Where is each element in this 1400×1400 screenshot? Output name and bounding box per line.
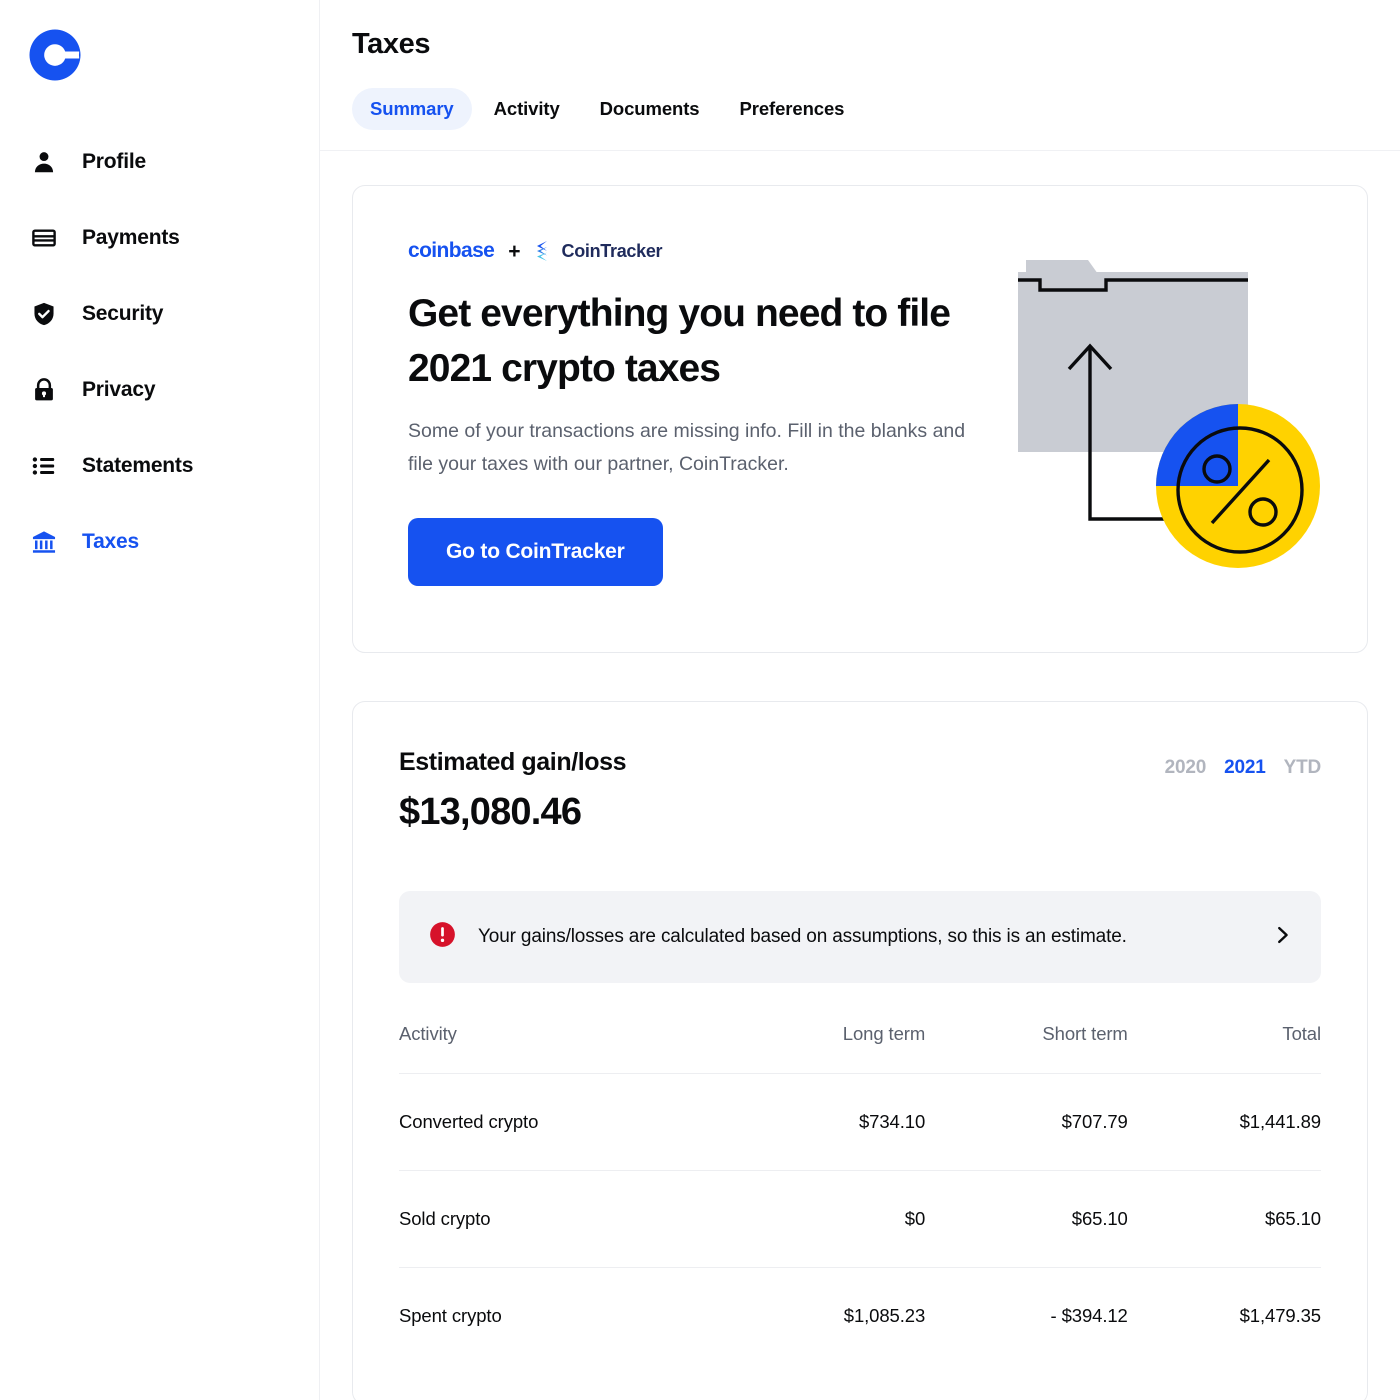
bank-icon xyxy=(30,528,58,556)
cell-short-term: - $394.12 xyxy=(925,1268,1128,1365)
cell-activity: Sold crypto xyxy=(399,1171,730,1268)
plus-sign: + xyxy=(508,241,520,262)
page-header: Taxes Summary Activity Documents Prefere… xyxy=(320,0,1400,130)
cell-activity: Spent crypto xyxy=(399,1268,730,1365)
year-option-ytd[interactable]: YTD xyxy=(1284,757,1321,779)
shield-check-icon xyxy=(30,300,58,328)
column-header-short-term: Short term xyxy=(925,1023,1128,1074)
promo-heading-line2: 2021 crypto taxes xyxy=(408,347,720,390)
estimate-notice-text: Your gains/losses are calculated based o… xyxy=(478,926,1271,948)
sidebar-item-privacy[interactable]: Privacy xyxy=(0,352,319,428)
gain-loss-amount: $13,080.46 xyxy=(399,791,626,834)
cell-activity: Converted crypto xyxy=(399,1074,730,1171)
estimate-notice-banner[interactable]: Your gains/losses are calculated based o… xyxy=(399,891,1321,983)
table-row: Spent crypto $1,085.23 - $394.12 $1,479.… xyxy=(399,1268,1321,1365)
estimated-gain-loss-card: Estimated gain/loss $13,080.46 2020 2021… xyxy=(352,701,1368,1400)
logo-wrap[interactable] xyxy=(0,22,319,84)
sidebar-item-payments[interactable]: Payments xyxy=(0,200,319,276)
gain-loss-title: Estimated gain/loss xyxy=(399,748,626,777)
tab-documents[interactable]: Documents xyxy=(582,88,718,130)
year-option-2021[interactable]: 2021 xyxy=(1224,757,1265,779)
app-root: Profile Payments xyxy=(0,0,1400,1400)
year-option-2020[interactable]: 2020 xyxy=(1165,757,1206,779)
lock-icon xyxy=(30,376,58,404)
cell-total: $65.10 xyxy=(1128,1171,1321,1268)
tax-summary-table: Activity Long term Short term Total Conv… xyxy=(399,1023,1321,1364)
coinbase-wordmark: coinbase xyxy=(408,239,494,263)
partner-brand-lockup: coinbase + CoinTracker xyxy=(408,238,993,264)
tab-summary[interactable]: Summary xyxy=(352,88,472,130)
chevron-right-icon[interactable] xyxy=(1271,924,1293,951)
column-header-activity: Activity xyxy=(399,1023,730,1074)
column-header-total: Total xyxy=(1128,1023,1321,1074)
cointracker-wordmark: CoinTracker xyxy=(562,241,663,262)
table-header-row: Activity Long term Short term Total xyxy=(399,1023,1321,1074)
promo-body-text: Some of your transactions are missing in… xyxy=(408,415,988,482)
table-row: Converted crypto $734.10 $707.79 $1,441.… xyxy=(399,1074,1321,1171)
credit-card-icon xyxy=(30,224,58,252)
sidebar-item-taxes[interactable]: Taxes xyxy=(0,504,319,580)
cell-short-term: $65.10 xyxy=(925,1171,1128,1268)
year-selector: 2020 2021 YTD xyxy=(1165,748,1321,779)
sidebar-item-profile[interactable]: Profile xyxy=(0,124,319,200)
go-to-cointracker-button[interactable]: Go to CoinTracker xyxy=(408,518,663,586)
sidebar-item-label: Taxes xyxy=(82,530,139,554)
sidebar-item-label: Profile xyxy=(82,150,146,174)
cell-long-term: $0 xyxy=(730,1171,926,1268)
sidebar-item-security[interactable]: Security xyxy=(0,276,319,352)
gain-loss-heading-block: Estimated gain/loss $13,080.46 xyxy=(399,748,626,834)
promo-text-block: coinbase + CoinTracker Get every xyxy=(353,186,993,586)
content-area: coinbase + CoinTracker Get every xyxy=(320,151,1400,1400)
cell-long-term: $734.10 xyxy=(730,1074,926,1171)
sidebar-item-label: Privacy xyxy=(82,378,155,402)
sidebar: Profile Payments xyxy=(0,0,320,1400)
sidebar-item-label: Statements xyxy=(82,454,193,478)
folder-upload-percent-coin-illustration xyxy=(990,238,1345,573)
table-row: Sold crypto $0 $65.10 $65.10 xyxy=(399,1171,1321,1268)
cell-long-term: $1,085.23 xyxy=(730,1268,926,1365)
cointracker-lockup: CoinTracker xyxy=(535,240,663,262)
cell-total: $1,479.35 xyxy=(1128,1268,1321,1365)
cell-short-term: $707.79 xyxy=(925,1074,1128,1171)
cointracker-mark-icon xyxy=(535,240,555,262)
page-title: Taxes xyxy=(352,28,1400,61)
sidebar-item-label: Payments xyxy=(82,226,180,250)
table-head: Activity Long term Short term Total xyxy=(399,1023,1321,1074)
main-content: Taxes Summary Activity Documents Prefere… xyxy=(320,0,1400,1400)
sidebar-item-label: Security xyxy=(82,302,163,326)
promo-heading: Get everything you need to file 2021 cry… xyxy=(408,286,993,397)
person-icon xyxy=(30,148,58,176)
sidebar-item-statements[interactable]: Statements xyxy=(0,428,319,504)
tab-activity[interactable]: Activity xyxy=(476,88,578,130)
cointracker-promo-card: coinbase + CoinTracker Get every xyxy=(352,185,1368,653)
coinbase-logo[interactable] xyxy=(28,28,82,82)
tab-bar: Summary Activity Documents Preferences xyxy=(352,88,1400,130)
column-header-long-term: Long term xyxy=(730,1023,926,1074)
sidebar-nav: Profile Payments xyxy=(0,124,319,580)
alert-circle-icon xyxy=(429,921,456,953)
gain-loss-header: Estimated gain/loss $13,080.46 2020 2021… xyxy=(399,748,1321,834)
table-body: Converted crypto $734.10 $707.79 $1,441.… xyxy=(399,1074,1321,1365)
tab-preferences[interactable]: Preferences xyxy=(722,88,863,130)
cell-total: $1,441.89 xyxy=(1128,1074,1321,1171)
list-icon xyxy=(30,452,58,480)
promo-heading-line1: Get everything you need to file xyxy=(408,292,950,335)
